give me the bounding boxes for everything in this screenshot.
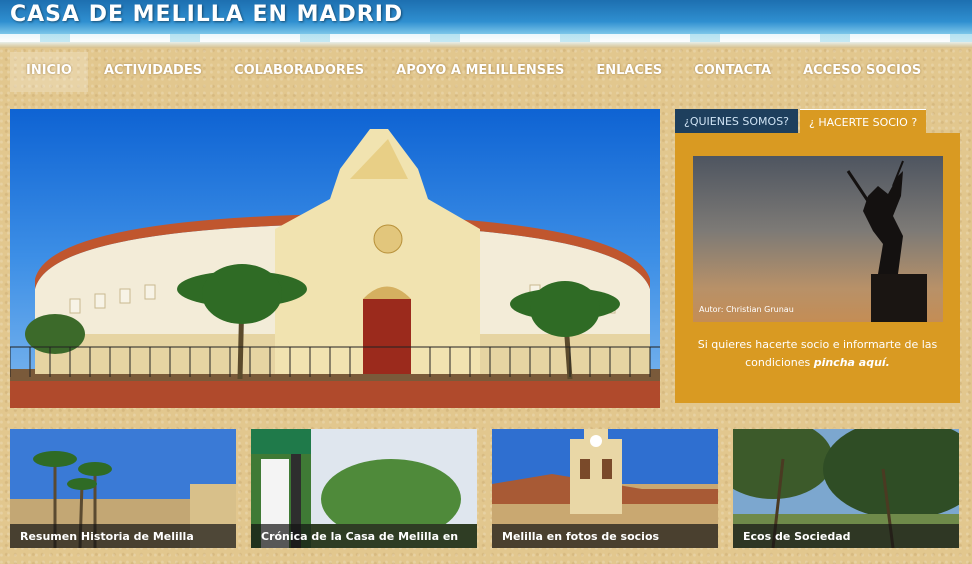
site-header: CASA DE MELILLA EN MADRID bbox=[0, 0, 972, 48]
membership-text: Si quieres hacerte socio e informarte de… bbox=[685, 336, 950, 372]
image-credit: Autor: Christian Grunau bbox=[699, 305, 794, 314]
thumb-ecos-sociedad[interactable]: Ecos de Sociedad bbox=[733, 429, 959, 548]
tab-quienes-somos[interactable]: ¿QUIENES SOMOS? bbox=[675, 109, 799, 133]
thumb-caption: Melilla en fotos de socios bbox=[492, 524, 718, 548]
thumb-caption: Crónica de la Casa de Melilla en bbox=[251, 524, 477, 548]
main-nav: INICIO ACTIVIDADES COLABORADORES APOYO A… bbox=[10, 52, 937, 92]
sidebar-panel: Autor: Christian Grunau Si quieres hacer… bbox=[675, 133, 960, 403]
nav-item-apoyo[interactable]: APOYO A MELILLENSES bbox=[380, 52, 580, 92]
header-wave-decoration bbox=[0, 34, 972, 42]
thumb-caption: Ecos de Sociedad bbox=[733, 524, 959, 548]
membership-link[interactable]: pincha aquí. bbox=[814, 356, 890, 369]
hero-image-bullring[interactable] bbox=[10, 109, 660, 408]
statue-image[interactable]: Autor: Christian Grunau bbox=[693, 156, 943, 322]
thumb-historia[interactable]: Resumen Historia de Melilla bbox=[10, 429, 236, 548]
tab-hacerte-socio[interactable]: ¿ HACERTE SOCIO ? bbox=[800, 109, 927, 133]
nav-item-contacta[interactable]: CONTACTA bbox=[678, 52, 787, 92]
thumb-fotos-socios[interactable]: Melilla en fotos de socios bbox=[492, 429, 718, 548]
nav-item-actividades[interactable]: ACTIVIDADES bbox=[88, 52, 218, 92]
thumb-caption: Resumen Historia de Melilla bbox=[10, 524, 236, 548]
nav-item-enlaces[interactable]: ENLACES bbox=[580, 52, 678, 92]
site-title[interactable]: CASA DE MELILLA EN MADRID bbox=[10, 2, 403, 27]
nav-item-acceso-socios[interactable]: ACCESO SOCIOS bbox=[787, 52, 937, 92]
nav-item-inicio[interactable]: INICIO bbox=[10, 52, 88, 92]
thumb-cronica[interactable]: Crónica de la Casa de Melilla en bbox=[251, 429, 477, 548]
sidebar-tabs: ¿QUIENES SOMOS? ¿ HACERTE SOCIO ? bbox=[675, 109, 927, 133]
nav-item-colaboradores[interactable]: COLABORADORES bbox=[218, 52, 380, 92]
